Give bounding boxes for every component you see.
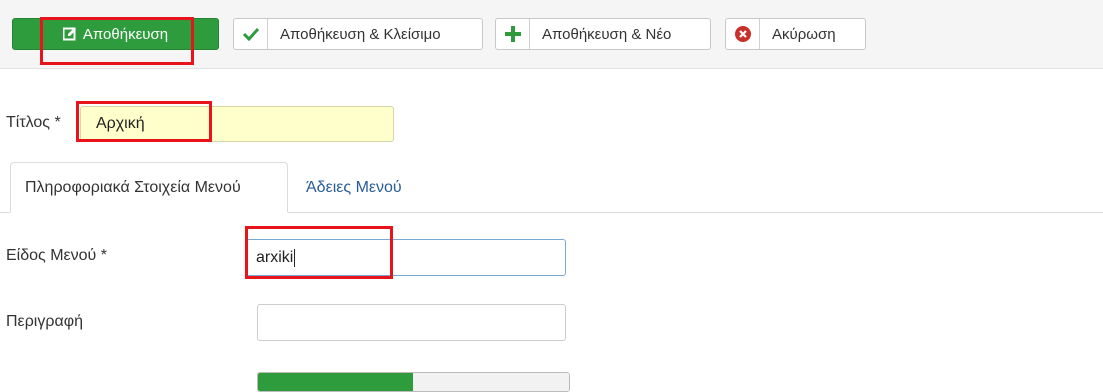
tab-menu-details-label: Πληροφοριακά Στοιχεία Μενού (25, 178, 241, 196)
save-label: Αποθήκευση (82, 25, 169, 43)
save-button[interactable]: Αποθήκευση (12, 18, 219, 50)
menu-type-input[interactable]: arxiki (245, 239, 566, 276)
title-label: Τίτλος * (6, 114, 61, 131)
description-label: Περιγραφή (6, 313, 83, 330)
cancel-icon (726, 19, 760, 49)
toolbar: Αποθήκευση Αποθήκευση & Κλείσιμο Αποθήκε… (0, 0, 1103, 69)
description-input[interactable] (257, 304, 566, 341)
title-value: Αρχική (96, 115, 145, 132)
plus-icon (496, 19, 530, 49)
title-input[interactable]: Αρχική (80, 106, 394, 142)
tab-bar: Πληροφοριακά Στοιχεία Μενού Άδειες Μενού (0, 162, 1103, 213)
cancel-button[interactable]: Ακύρωση (725, 18, 866, 50)
check-icon (234, 19, 268, 49)
menu-type-value: arxiki (256, 248, 294, 266)
tab-menu-permissions-label: Άδειες Μενού (306, 178, 402, 196)
tab-menu-details[interactable]: Πληροφοριακά Στοιχεία Μενού (10, 162, 288, 213)
toggle-on-option[interactable] (258, 373, 413, 391)
save-close-label: Αποθήκευση & Κλείσιμο (280, 25, 441, 43)
save-new-label: Αποθήκευση & Νέο (542, 25, 672, 43)
status-toggle[interactable] (257, 372, 570, 392)
menu-type-label: Είδος Μενού * (6, 247, 107, 264)
toggle-off-option[interactable] (413, 373, 569, 391)
cancel-label: Ακύρωση (772, 25, 836, 43)
save-new-button[interactable]: Αποθήκευση & Νέο (495, 18, 711, 50)
save-close-button[interactable]: Αποθήκευση & Κλείσιμο (233, 18, 483, 50)
tab-menu-permissions[interactable]: Άδειες Μενού (292, 162, 416, 213)
text-cursor (294, 248, 296, 267)
edit-icon (62, 27, 76, 41)
